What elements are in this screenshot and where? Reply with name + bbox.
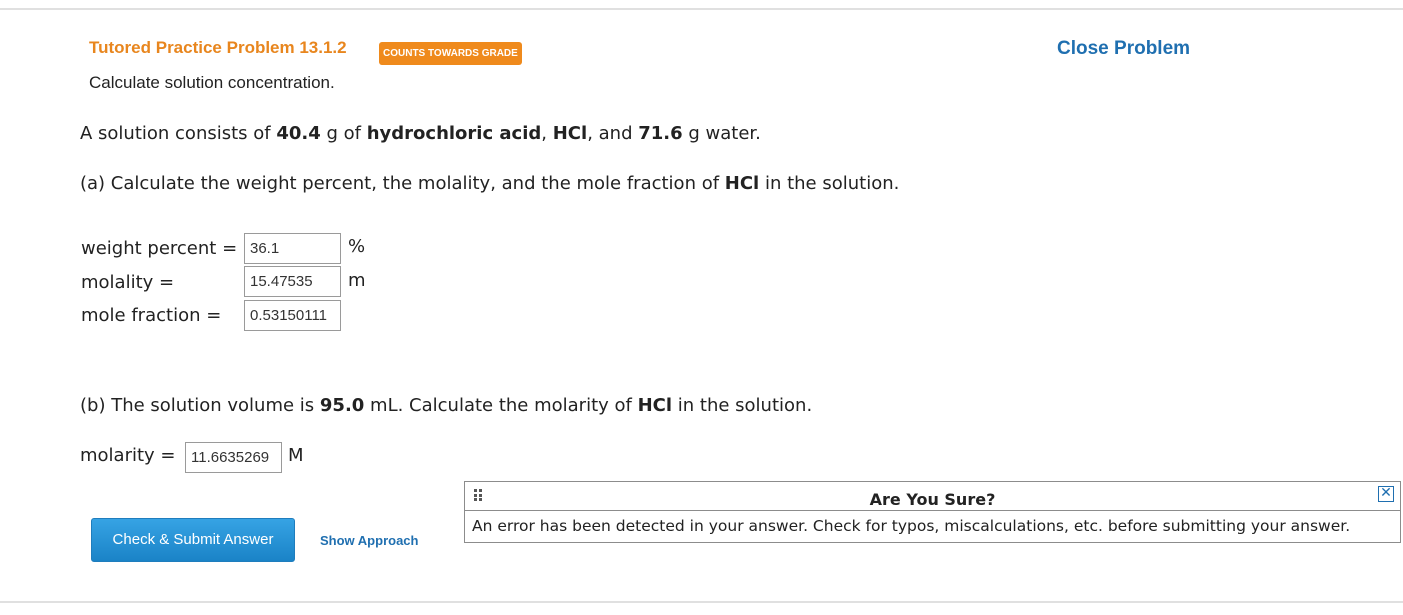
mole-fraction-input[interactable]: 0.53150111 bbox=[244, 300, 341, 331]
molarity-unit: M bbox=[288, 445, 304, 466]
top-divider bbox=[0, 8, 1403, 10]
weight-percent-unit: % bbox=[348, 236, 366, 257]
molality-unit: m bbox=[348, 270, 366, 291]
dialog-message: An error has been detected in your answe… bbox=[472, 517, 1351, 535]
bottom-divider bbox=[0, 601, 1403, 603]
check-submit-button[interactable]: Check & Submit Answer bbox=[91, 518, 295, 562]
problem-title: Tutored Practice Problem 13.1.2 bbox=[89, 38, 347, 57]
weight-percent-input[interactable]: 36.1 bbox=[244, 233, 341, 264]
part-a-question: (a) Calculate the weight percent, the mo… bbox=[80, 173, 900, 194]
dialog-close-icon[interactable]: ✕ bbox=[1378, 486, 1394, 502]
dialog-title: Are You Sure? bbox=[869, 490, 996, 509]
mole-fraction-label: mole fraction = bbox=[81, 305, 222, 326]
dialog-header: Are You Sure? ✕ bbox=[465, 482, 1400, 511]
problem-subtitle: Calculate solution concentration. bbox=[89, 73, 335, 92]
molality-input[interactable]: 15.47535 bbox=[244, 266, 341, 297]
molarity-label: molarity = bbox=[80, 445, 176, 466]
part-b-question: (b) The solution volume is 95.0 mL. Calc… bbox=[80, 395, 813, 416]
close-problem-link[interactable]: Close Problem bbox=[1057, 38, 1190, 60]
problem-statement: A solution consists of 40.4 g of hydroch… bbox=[80, 123, 761, 144]
molality-label: molality = bbox=[81, 272, 175, 293]
show-approach-link[interactable]: Show Approach bbox=[320, 533, 418, 548]
weight-percent-label: weight percent = bbox=[81, 238, 238, 259]
are-you-sure-dialog: Are You Sure? ✕ An error has been detect… bbox=[464, 481, 1401, 543]
grade-badge: COUNTS TOWARDS GRADE bbox=[379, 42, 522, 65]
molarity-input[interactable]: 11.6635269 bbox=[185, 442, 282, 473]
